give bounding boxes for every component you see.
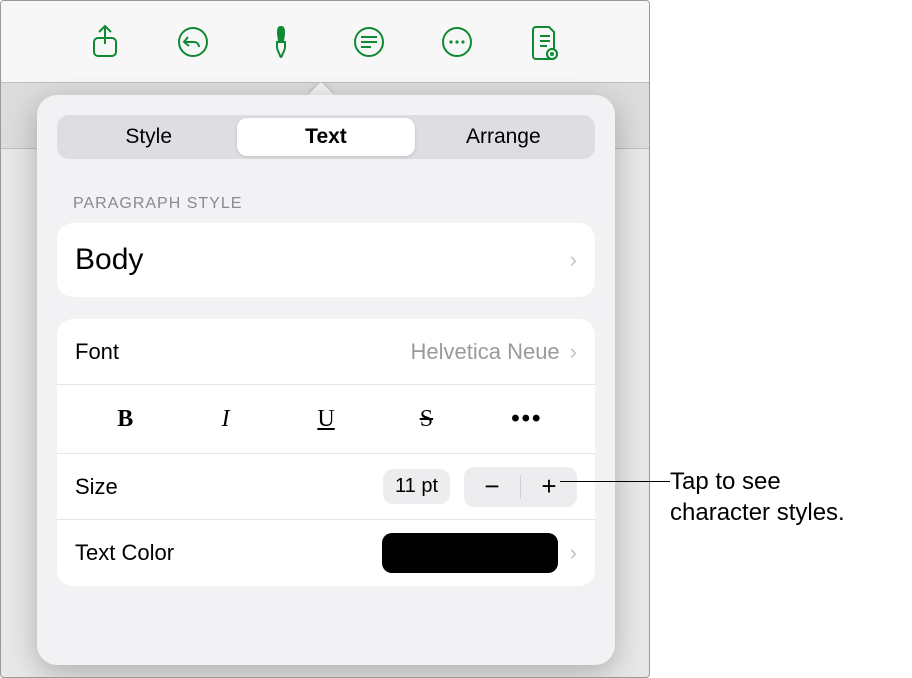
callout-line2: character styles. — [670, 499, 845, 526]
more-character-styles-button[interactable]: ••• — [477, 399, 577, 439]
font-value: Helvetica Neue — [410, 339, 559, 365]
text-format-card: Font Helvetica Neue › B I U S ••• Size 1… — [57, 319, 595, 586]
insert-button[interactable] — [345, 18, 393, 66]
strikethrough-button[interactable]: S — [376, 399, 476, 439]
callout-leader-line — [560, 481, 670, 482]
underline-button[interactable]: U — [276, 399, 376, 439]
text-color-swatch[interactable] — [382, 533, 558, 573]
callout-line1: Tap to see — [670, 468, 781, 495]
undo-icon — [176, 25, 210, 59]
size-stepper: − + — [464, 467, 577, 507]
format-tabs: Style Text Arrange — [57, 115, 595, 159]
text-color-row[interactable]: Text Color › — [57, 520, 595, 586]
callout-text: Tap to see character styles. — [670, 466, 900, 528]
size-row: Size 11 pt − + — [57, 454, 595, 520]
chevron-right-icon: › — [570, 247, 577, 273]
paragraph-style-row[interactable]: Body › — [57, 223, 595, 297]
format-popover: Style Text Arrange PARAGRAPH STYLE Body … — [37, 95, 615, 665]
character-format-row: B I U S ••• — [57, 385, 595, 454]
more-button[interactable] — [433, 18, 481, 66]
chevron-right-icon: › — [570, 540, 577, 566]
paragraph-style-card: Body › — [57, 223, 595, 297]
undo-button[interactable] — [169, 18, 217, 66]
size-decrease-button[interactable]: − — [464, 467, 520, 507]
app-window: Style Text Arrange PARAGRAPH STYLE Body … — [0, 0, 650, 678]
bold-button[interactable]: B — [75, 399, 175, 439]
format-button[interactable] — [257, 18, 305, 66]
tab-style[interactable]: Style — [60, 118, 237, 156]
paintbrush-icon — [265, 24, 297, 60]
paragraph-style-value: Body — [75, 243, 570, 277]
more-circle-icon — [440, 25, 474, 59]
size-label: Size — [75, 474, 383, 500]
font-row[interactable]: Font Helvetica Neue › — [57, 319, 595, 385]
insert-icon — [352, 25, 386, 59]
share-button[interactable] — [81, 18, 129, 66]
share-icon — [90, 24, 120, 60]
italic-button[interactable]: I — [175, 399, 275, 439]
document-settings-button[interactable] — [521, 18, 569, 66]
paragraph-style-section-label: PARAGRAPH STYLE — [73, 195, 579, 213]
main-toolbar — [1, 1, 649, 83]
tab-text[interactable]: Text — [237, 118, 414, 156]
size-value[interactable]: 11 pt — [383, 469, 450, 504]
tab-arrange[interactable]: Arrange — [415, 118, 592, 156]
font-label: Font — [75, 339, 410, 365]
size-increase-button[interactable]: + — [521, 467, 577, 507]
document-icon — [530, 24, 560, 60]
chevron-right-icon: › — [570, 339, 577, 365]
text-color-label: Text Color — [75, 540, 382, 566]
